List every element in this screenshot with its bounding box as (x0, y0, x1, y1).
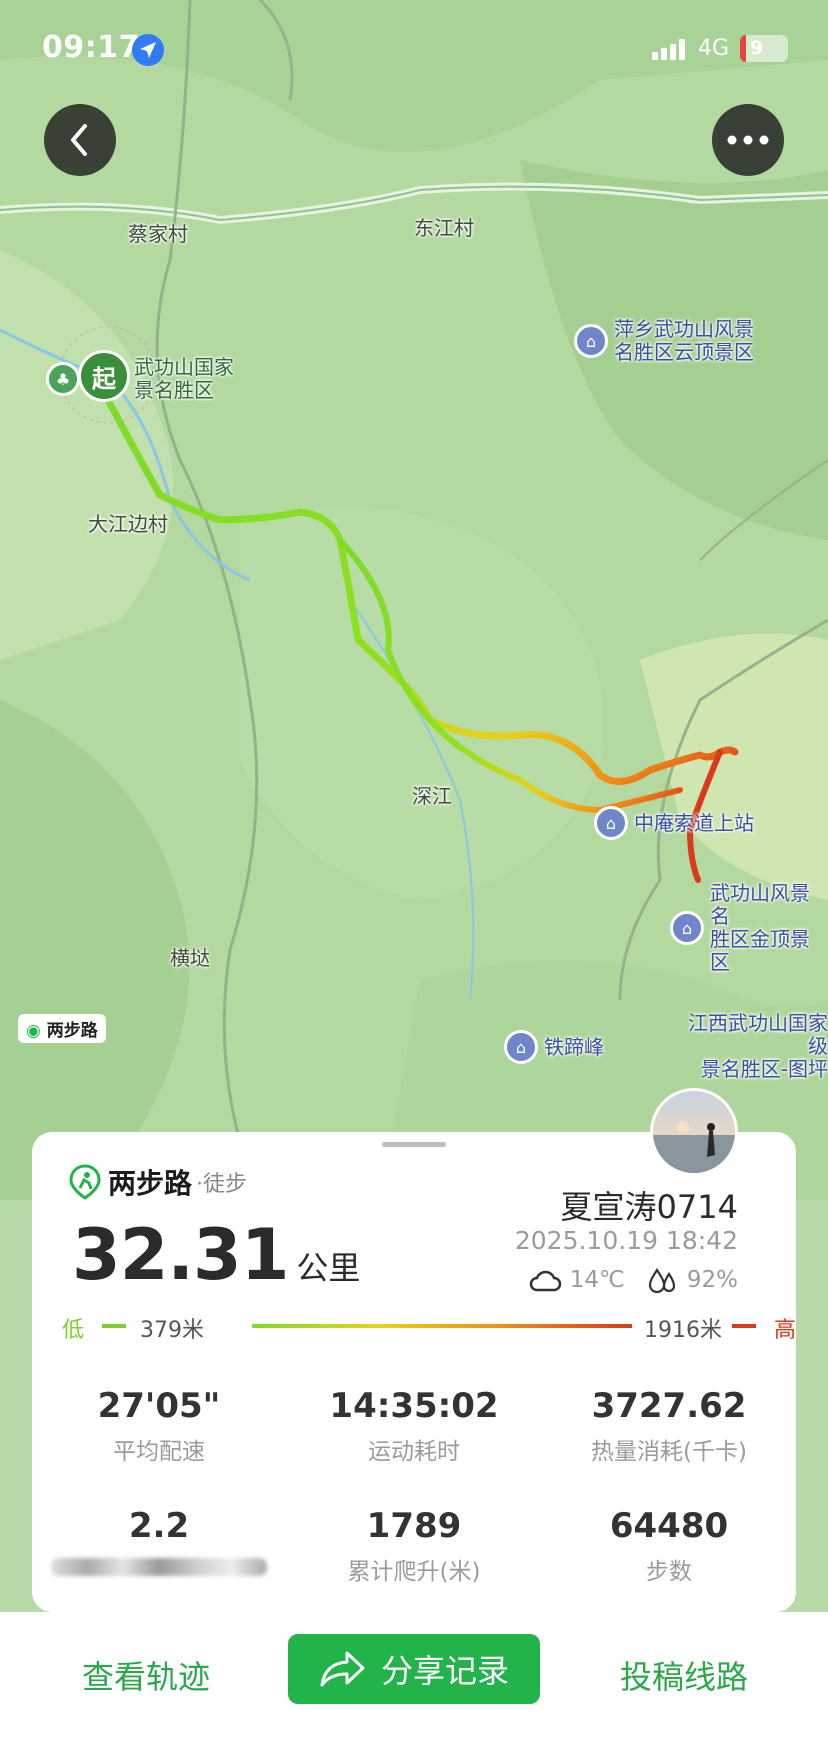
distance-unit: 公里 (296, 1249, 361, 1287)
temperature: 14℃ (569, 1267, 625, 1293)
app-logo-icon (69, 1164, 101, 1200)
drag-handle[interactable] (382, 1142, 446, 1147)
poi-yunding[interactable]: ⌂ 萍乡武功山风景 名胜区云顶景区 (574, 318, 754, 364)
elevation-low-label: 低 (62, 1318, 85, 1343)
scenic-spot-icon: ⌂ (670, 911, 704, 945)
label-shenjiang: 深江 (412, 784, 452, 808)
stat-calories: 3727.62 热量消耗(千卡) (591, 1386, 747, 1465)
scenic-spot-icon: ⌂ (504, 1030, 538, 1064)
status-time: 09:17 (42, 30, 140, 65)
submit-route-button[interactable]: 投稿线路 (620, 1652, 748, 1698)
back-button[interactable] (44, 104, 116, 176)
user-name: 夏宣涛0714 (560, 1188, 738, 1226)
cloud-icon (529, 1270, 562, 1292)
poi-tiiti[interactable]: ⌂ 铁蹄峰 (504, 1030, 604, 1064)
activity-date: 2025.10.19 18:42 (514, 1226, 738, 1255)
battery-icon: 9 (740, 35, 788, 62)
label-henglin: 横垯 (170, 946, 210, 970)
distance: 32.31 公里 (72, 1214, 360, 1296)
poi-jiangxi[interactable]: 江西武功山国家级 景名胜区-图坪 (668, 1012, 828, 1081)
more-dots-icon (727, 135, 769, 145)
poi-wugongshan-park[interactable]: ♣ 武功山国家 景名胜区 (46, 356, 234, 402)
bottom-action-bar: 查看轨迹 分享记录 投稿线路 (0, 1612, 828, 1752)
elevation-gradient-bar (252, 1324, 632, 1328)
label-dongjiang: 东江村 (414, 216, 474, 240)
elevation-high-label: 高 (774, 1318, 797, 1343)
poi-zhongan[interactable]: ⌂ 中庵索道上站 (594, 806, 754, 840)
network-type: 4G (698, 36, 730, 61)
activity-type: ·徒步 (196, 1172, 248, 1197)
start-marker: 起 (78, 350, 130, 402)
elevation-legend: 低 379米 1916米 高 (62, 1310, 796, 1343)
cellular-signal-icon (652, 38, 685, 60)
scenic-spot-icon: ⌂ (574, 324, 608, 358)
stat-blurred: 2.2 (39, 1506, 279, 1580)
stat-elevation-gain: 1789 累计爬升(米) (347, 1506, 481, 1585)
redacted-label (51, 1558, 267, 1576)
label-caijia: 蔡家村 (128, 222, 188, 246)
brand-name: 两步路 (108, 1167, 193, 1200)
stat-avg-pace: 27'05" 平均配速 (97, 1386, 221, 1465)
elevation-low-swatch (102, 1324, 126, 1328)
humidity: 92% (686, 1267, 738, 1293)
stat-steps: 64480 步数 (609, 1506, 729, 1585)
map-view[interactable]: 蔡家村 东江村 大江边村 深江 横垯 ◉ 两步路 ⌂ 萍乡武功山风景 名胜区云顶景… (0, 0, 828, 1201)
share-record-button[interactable]: 分享记录 (288, 1634, 540, 1704)
brand-header: 两步路 ·徒步 (68, 1162, 247, 1202)
scenic-spot-icon: ⌂ (594, 806, 628, 840)
chevron-left-icon (71, 124, 87, 156)
brand-watermark: ◉ 两步路 (18, 1014, 106, 1043)
location-arrow-icon (132, 34, 164, 66)
weather-info: 14℃ 92% (528, 1266, 738, 1294)
avatar[interactable] (650, 1088, 738, 1176)
view-track-button[interactable]: 查看轨迹 (82, 1652, 210, 1698)
park-tree-icon: ♣ (46, 362, 80, 396)
label-dajiangbian: 大江边村 (88, 512, 168, 536)
more-button[interactable] (712, 104, 784, 176)
share-arrow-icon (320, 1651, 365, 1687)
status-bar: 09:17 4G 9 (0, 0, 828, 100)
elevation-high-swatch (732, 1324, 756, 1328)
humidity-drops-icon (648, 1267, 675, 1294)
distance-value: 32.31 (72, 1214, 289, 1296)
stat-duration: 14:35:02 运动耗时 (329, 1386, 499, 1465)
poi-jinding[interactable]: ⌂ 武功山风景名 胜区金顶景区 (670, 882, 828, 974)
activity-summary-card: 两步路 ·徒步 32.31 公里 夏宣涛0714 2025.10.19 18:4… (32, 1132, 796, 1612)
elevation-low-value: 379米 (140, 1318, 204, 1343)
brand-watermark-icon: ◉ (26, 1021, 41, 1041)
elevation-high-value: 1916米 (644, 1318, 722, 1343)
